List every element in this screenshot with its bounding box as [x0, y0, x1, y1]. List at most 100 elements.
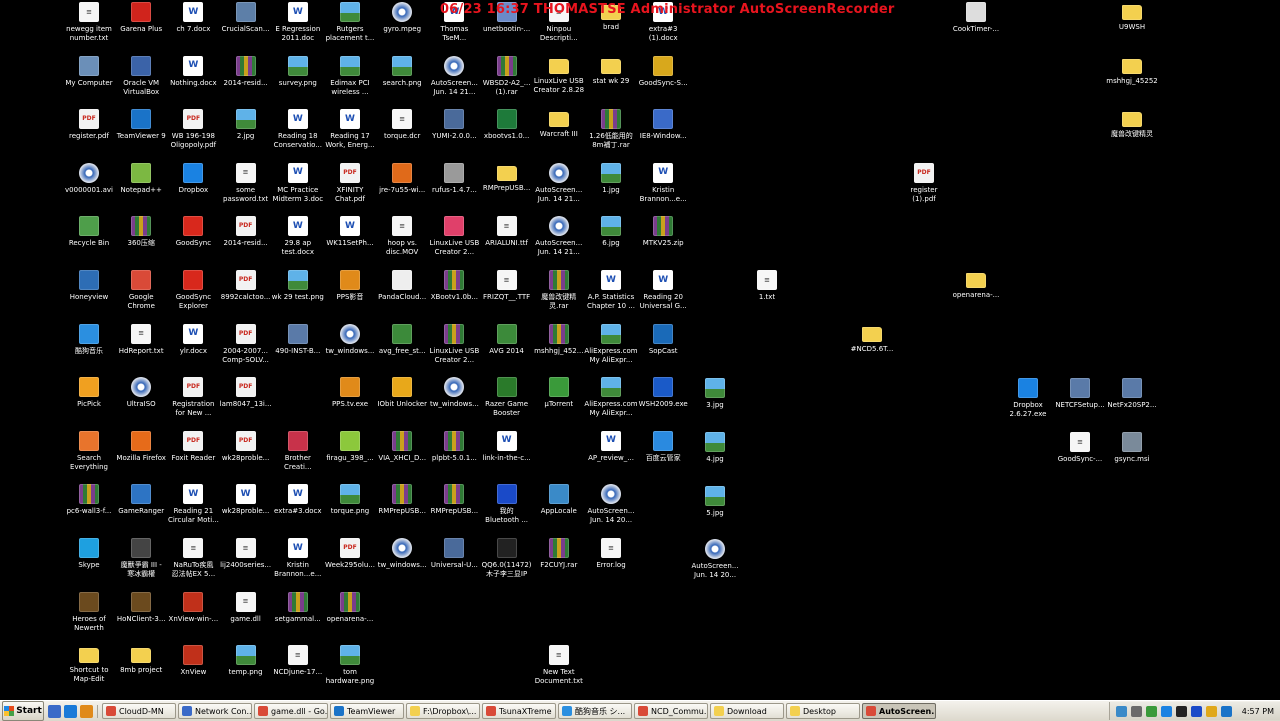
desktop-icon[interactable]: Wylr.docx [164, 322, 222, 374]
desktop-icon[interactable]: W Reading 20 Universal G... [634, 268, 692, 320]
desktop-icon[interactable]: gyro.mpeg [373, 0, 431, 52]
desktop-icon[interactable]: openarena-... [947, 268, 1005, 320]
desktop-icon[interactable]: ≡ FRIZQT__.TTF [478, 268, 536, 320]
desktop-icon[interactable]: W 29.8 ap test.docx [269, 214, 327, 266]
desktop-icon[interactable]: temp.png [217, 643, 275, 695]
desktop-icon[interactable]: XnView-win-... [164, 590, 222, 642]
desktop-icon[interactable]: 1.jpg [582, 161, 640, 213]
dropbox-tray-icon[interactable] [1160, 705, 1172, 717]
clock[interactable]: 4:57 PM [1242, 707, 1274, 716]
desktop-icon[interactable]: 3.jpg [686, 376, 744, 428]
media-player-icon[interactable] [80, 704, 93, 718]
desktop-icon[interactable]: W Kristin Brannon...e... [269, 536, 327, 588]
desktop-icon[interactable]: Skype [60, 536, 118, 588]
desktop-icon[interactable]: mshhgj_452... [530, 322, 588, 374]
desktop-icon[interactable]: W Reading 21 Circular Moti... [164, 482, 222, 534]
desktop-icon[interactable]: gsync.msi [1103, 430, 1161, 482]
desktop-icon[interactable]: WBSD2-A2_... (1).rar [478, 54, 536, 106]
taskbar-button[interactable]: Download [710, 703, 784, 719]
desktop-icon[interactable]: Universal-U... [425, 536, 483, 588]
desktop-icon[interactable]: Notepad++ [112, 161, 170, 213]
desktop-icon[interactable]: Wextra#3.docx [269, 482, 327, 534]
desktop-icon[interactable]: GoodSync-S... [634, 54, 692, 106]
taskbar-button[interactable]: TeamViewer [330, 703, 404, 719]
desktop-icon[interactable]: Warcraft III [530, 107, 588, 159]
desktop-icon[interactable]: PandaCloud... [373, 268, 431, 320]
desktop-icon[interactable]: pc6-wall3-f... [60, 482, 118, 534]
desktop-icon[interactable]: W Kristin Brannon...e... [634, 161, 692, 213]
desktop-icon[interactable]: Razer Game Booster [478, 375, 536, 427]
desktop-icon[interactable]: ≡ newegg item number.txt [60, 0, 118, 52]
desktop-icon[interactable]: mshhgj_45252 [1103, 54, 1161, 106]
desktop-icon[interactable]: CrucialScan... [217, 0, 275, 52]
desktop-icon[interactable]: Rutgers placement t... [321, 0, 379, 52]
update-tray-icon[interactable] [1205, 705, 1217, 717]
desktop-icon[interactable]: 魔獸爭霸 III - 寒冰霸權 [112, 536, 170, 588]
desktop-icon[interactable]: HoNClient-3... [112, 590, 170, 642]
desktop-icon[interactable]: AppLocale [530, 482, 588, 534]
desktop-icon[interactable]: AliExpress.com My AliExpr... [582, 375, 640, 427]
desktop-icon[interactable]: v0000001.avi [60, 161, 118, 213]
desktop-icon[interactable]: PDF XFINITY Chat.pdf [321, 161, 379, 213]
desktop-icon[interactable]: GoodSync [164, 214, 222, 266]
desktop-icon[interactable]: 酷狗音乐 [60, 322, 118, 374]
desktop-icon[interactable]: Honeyview [60, 268, 118, 320]
desktop-icon[interactable]: PDF register (1).pdf [895, 161, 953, 213]
desktop-icon[interactable]: avg_free_st... [373, 322, 431, 374]
desktop-icon[interactable]: ≡ NCDjune-17... [269, 643, 327, 695]
desktop-icon[interactable]: XnView [164, 643, 222, 695]
desktop-icon[interactable]: tw_windows... [373, 536, 431, 588]
desktop-icon[interactable]: W MC Practice Midterm 3.doc [269, 161, 327, 213]
desktop-icon[interactable]: Heroes of Newerth [60, 590, 118, 642]
desktop-icon[interactable]: W E Regression 2011.doc [269, 0, 327, 52]
desktop-icon[interactable]: PDF Foxit Reader [164, 429, 222, 481]
desktop-icon[interactable]: Garena Plus [112, 0, 170, 52]
desktop-icon[interactable]: openarena-... [321, 590, 379, 642]
desktop-icon[interactable]: ≡ 1.txt [738, 268, 796, 320]
desktop-icon[interactable]: MTKV25.zip [634, 214, 692, 266]
desktop-icon[interactable]: XBootv1.0b... [425, 268, 483, 320]
desktop-icon[interactable]: PDF WB 196-198 Oligopoly.pdf [164, 107, 222, 159]
desktop-icon[interactable]: IObit Unlocker [373, 375, 431, 427]
taskbar-button[interactable]: F:\Dropbox\... [406, 703, 480, 719]
desktop-icon[interactable]: GoodSync Explorer [164, 268, 222, 320]
taskbar-button[interactable]: AutoScreen... [862, 703, 936, 719]
desktop-icon[interactable]: PDF Week295olu... [321, 536, 379, 588]
desktop-icon[interactable]: Google Chrome [112, 268, 170, 320]
desktop-icon[interactable]: rufus-1.4.7... [425, 161, 483, 213]
desktop-icon[interactable]: jre-7u55-wi... [373, 161, 431, 213]
desktop-icon[interactable]: UltraISO [112, 375, 170, 427]
desktop-icon[interactable]: NetFx20SP2... [1103, 376, 1161, 428]
desktop-icon[interactable]: Oracle VM VirtualBox [112, 54, 170, 106]
desktop-icon[interactable]: ≡ Error.log [582, 536, 640, 588]
desktop-icon[interactable]: AutoScreen... Jun. 14 20... [582, 482, 640, 534]
desktop-icon[interactable]: 6.jpg [582, 214, 640, 266]
desktop-icon[interactable]: AVG 2014 [478, 322, 536, 374]
desktop-icon[interactable]: ≡ torque.dcr [373, 107, 431, 159]
desktop-icon[interactable]: W AP_review_... [582, 429, 640, 481]
desktop-icon[interactable]: µTorrent [530, 375, 588, 427]
desktop-icon[interactable]: AutoScreen... Jun. 14 21... [530, 214, 588, 266]
desktop-icon[interactable]: stat wk 29 [582, 54, 640, 106]
desktop-icon[interactable]: AutoScreen... Jun. 14 20... [686, 537, 744, 589]
desktop-icon[interactable]: 百度云管家 [634, 429, 692, 481]
desktop-icon[interactable]: ≡ lij2400series... [217, 536, 275, 588]
desktop-icon[interactable]: Wlink-in-the-c... [478, 429, 536, 481]
desktop-icon[interactable]: AliExpress.com My AliExpr... [582, 322, 640, 374]
desktop-icon[interactable]: search.png [373, 54, 431, 106]
show-desktop-icon[interactable] [48, 704, 61, 718]
desktop-icon[interactable]: ≡ New Text Document.txt [530, 643, 588, 695]
desktop-icon[interactable]: tw_windows... [321, 322, 379, 374]
taskbar-button[interactable]: Network Con... [178, 703, 252, 719]
desktop-icon[interactable]: ≡ GoodSync-... [1051, 430, 1109, 482]
desktop-icon[interactable]: Shortcut to Map-Edit [60, 643, 118, 695]
desktop-icon[interactable]: GameRanger [112, 482, 170, 534]
desktop-icon[interactable]: Mozilla Firefox [112, 429, 170, 481]
desktop-icon[interactable]: ≡ HdReport.txt [112, 322, 170, 374]
desktop-icon[interactable]: 2014-resid... [217, 54, 275, 106]
taskbar-button[interactable]: Desktop [786, 703, 860, 719]
desktop-icon[interactable]: PPS.tv.exe [321, 375, 379, 427]
desktop-icon[interactable]: W Reading 18 Conservatio... [269, 107, 327, 159]
desktop-icon[interactable]: ≡ game.dll [217, 590, 275, 642]
desktop-icon[interactable]: Edimax PCI wireless ... [321, 54, 379, 106]
